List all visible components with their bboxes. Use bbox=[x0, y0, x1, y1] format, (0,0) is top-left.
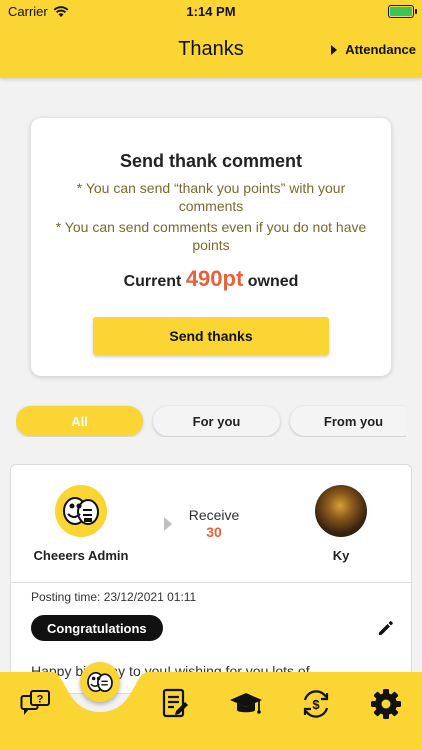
send-thanks-card: Send thank comment * You can send “thank… bbox=[31, 118, 391, 376]
question-chat-icon: ? bbox=[20, 690, 50, 715]
card-title: Send thank comment bbox=[119, 151, 303, 171]
receive-label: Receive bbox=[188, 507, 240, 523]
points-prefix: Current bbox=[123, 273, 182, 290]
nav-question-chat[interactable]: ? bbox=[16, 684, 56, 724]
cheeers-logo-icon bbox=[63, 497, 99, 525]
settings-gear-icon bbox=[371, 689, 401, 719]
play-triangle-icon bbox=[331, 44, 338, 55]
tab-for-you[interactable]: For you bbox=[153, 406, 280, 436]
filter-tabs: All For you From you bbox=[16, 405, 406, 437]
arrow-right-icon bbox=[164, 517, 172, 531]
nav-education[interactable] bbox=[226, 684, 266, 724]
bottom-nav-background bbox=[0, 672, 422, 750]
receive-points: 30 bbox=[206, 524, 222, 540]
points-suffix: owned bbox=[247, 273, 299, 290]
graduation-cap-icon bbox=[230, 693, 262, 714]
send-thanks-button[interactable]: Send thanks bbox=[93, 317, 329, 355]
pencil-icon[interactable] bbox=[377, 619, 395, 637]
bottom-nav: ? $ bbox=[0, 662, 422, 750]
tab-all[interactable]: All bbox=[16, 406, 143, 436]
note-points: * You can send “thank you points” with y… bbox=[76, 180, 346, 214]
receive-block: Receive 30 bbox=[186, 507, 242, 540]
document-edit-icon bbox=[162, 688, 188, 718]
cheeers-logo-icon bbox=[87, 671, 113, 693]
status-bar: Carrier 1:14 PM bbox=[0, 0, 422, 24]
receiver: Ky bbox=[281, 485, 401, 563]
svg-text:$: $ bbox=[312, 697, 320, 712]
nav-exchange[interactable]: $ bbox=[296, 684, 336, 724]
nav-home-logo[interactable] bbox=[80, 662, 120, 702]
battery-icon bbox=[388, 5, 417, 18]
clock: 1:14 PM bbox=[186, 4, 236, 19]
nav-document[interactable] bbox=[155, 684, 195, 724]
receiver-avatar bbox=[315, 485, 367, 537]
posting-time: Posting time: 23/12/2021 01:11 bbox=[31, 590, 197, 604]
receiver-name: Ky bbox=[332, 548, 350, 563]
tab-from-you[interactable]: From you bbox=[290, 406, 406, 436]
post-participants: Cheeers Admin Receive 30 Ky bbox=[11, 465, 411, 583]
app-header: Thanks Attendance bbox=[0, 24, 422, 78]
status-badge: Congratulations bbox=[31, 615, 163, 641]
attendance-link[interactable]: Attendance bbox=[331, 42, 416, 57]
sender: Cheeers Admin bbox=[21, 485, 141, 563]
points-value: 490pt bbox=[185, 266, 244, 291]
attendance-label: Attendance bbox=[345, 42, 416, 57]
points-owned-line: Current 490pt owned bbox=[31, 266, 391, 292]
svg-text:?: ? bbox=[37, 694, 44, 706]
sender-avatar bbox=[55, 485, 107, 537]
nav-settings[interactable] bbox=[366, 684, 406, 724]
sender-name: Cheeers Admin bbox=[33, 548, 129, 563]
thanks-post-card[interactable]: Cheeers Admin Receive 30 Ky Posting time… bbox=[10, 464, 412, 694]
note-comments: * You can send comments even if you do n… bbox=[55, 219, 367, 253]
currency-exchange-icon: $ bbox=[303, 690, 329, 718]
